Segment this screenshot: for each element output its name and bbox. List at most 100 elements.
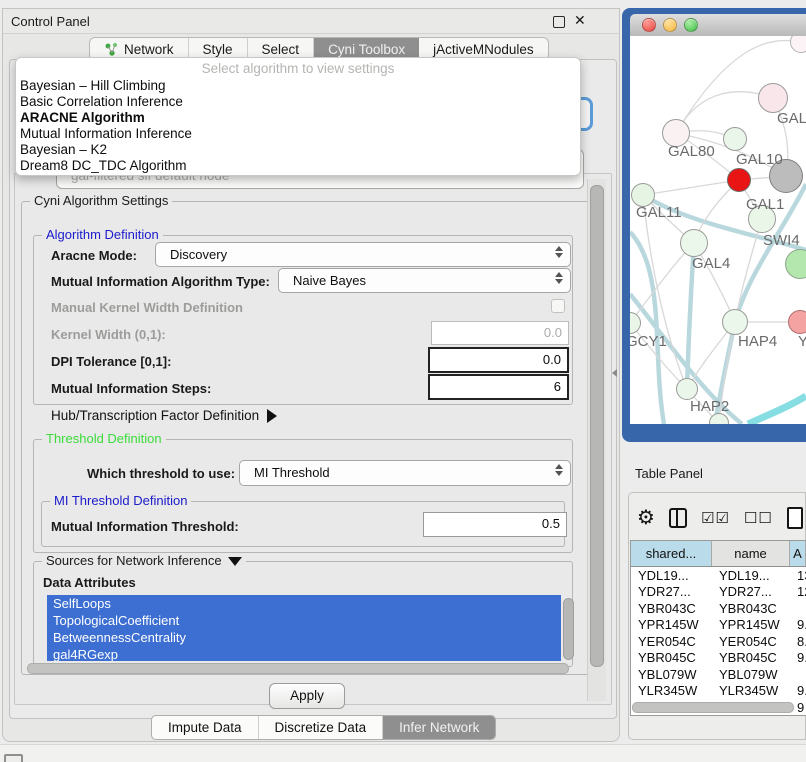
table-cell[interactable]: YDR27... xyxy=(631,584,712,599)
node-table: shared... name A YDL19...YDL19...13YDR27… xyxy=(630,540,806,716)
settings-vscrollbar[interactable] xyxy=(590,185,604,667)
table-row[interactable]: YER054CYER054C8. xyxy=(631,633,806,650)
minimized-panel-icon[interactable] xyxy=(4,754,23,762)
table-hscroll-track[interactable] xyxy=(632,702,800,712)
network-node[interactable] xyxy=(758,83,788,113)
mi-steps-field[interactable]: 6 xyxy=(428,374,569,400)
table-cell[interactable]: YDR27... xyxy=(712,584,790,599)
manual-kernel-checkbox[interactable] xyxy=(551,299,565,313)
network-node[interactable] xyxy=(680,229,708,257)
aracne-mode-combobox[interactable]: Discovery xyxy=(155,242,571,267)
network-node-label: GAL10 xyxy=(736,151,783,168)
algorithm-item-selected[interactable]: ARACNE Algorithm xyxy=(20,110,570,126)
minimize-traffic-light[interactable] xyxy=(663,18,677,32)
table-cell[interactable]: 8. xyxy=(790,634,806,649)
kernel-width-field[interactable]: 0.0 xyxy=(431,321,569,345)
network-canvas[interactable]: GALGAL80GAL10GAL1GAL11SWI4GAL4GCY1HAP4YH… xyxy=(630,36,806,424)
table-cell[interactable]: YER054C xyxy=(631,634,712,649)
which-threshold-value: MI Threshold xyxy=(254,465,330,480)
tab-discretize-data[interactable]: Discretize Data xyxy=(259,716,384,739)
attribute-item[interactable]: gal4RGexp xyxy=(47,646,561,661)
settings-hscrollbar[interactable] xyxy=(27,663,569,674)
table-cell[interactable]: YBR045C xyxy=(712,650,790,665)
table-cell[interactable]: YPR145W xyxy=(631,617,712,632)
bottom-panel-strip xyxy=(0,744,806,762)
deselect-all-columns-icon[interactable]: ☐☐ xyxy=(744,509,773,527)
table-cell[interactable]: YLR345W xyxy=(712,683,790,698)
table-cell[interactable]: YDL19... xyxy=(631,568,712,583)
table-cell[interactable]: YLR345W xyxy=(631,683,712,698)
which-threshold-combobox[interactable]: MI Threshold xyxy=(239,460,571,486)
table-row[interactable]: YDR27...YDR27...12 xyxy=(631,584,806,601)
float-panel-icon[interactable] xyxy=(553,16,565,28)
table-cell[interactable]: YPR145W xyxy=(712,617,790,632)
data-attributes-list[interactable]: SelfLoops TopologicalCoefficient Between… xyxy=(47,595,561,661)
column-header-third[interactable]: A xyxy=(790,541,806,566)
network-view-window[interactable]: GALGAL80GAL10GAL1GAL11SWI4GAL4GCY1HAP4YH… xyxy=(622,8,806,442)
network-node-label: SWI4 xyxy=(763,232,800,249)
table-cell[interactable]: 9. xyxy=(790,683,806,698)
attribute-item[interactable]: SelfLoops xyxy=(47,595,561,612)
network-node[interactable] xyxy=(727,168,751,192)
splitpane-collapse-icon[interactable] xyxy=(612,369,617,377)
algorithm-item[interactable]: Dream8 DC_TDC Algorithm xyxy=(20,158,570,174)
table-row[interactable]: YBL079WYBL079W xyxy=(631,666,806,683)
table-cell[interactable]: 13 xyxy=(790,568,806,583)
which-threshold-label: Which threshold to use: xyxy=(87,466,235,481)
attribute-item[interactable]: BetweennessCentrality xyxy=(47,629,561,646)
tab-infer-network[interactable]: Infer Network xyxy=(383,716,495,739)
network-icon xyxy=(104,42,118,56)
network-node[interactable] xyxy=(723,127,747,151)
table-hscrollbar[interactable] xyxy=(632,702,794,713)
table-cell[interactable]: YBR043C xyxy=(712,601,790,616)
table-cell[interactable]: YBL079W xyxy=(631,667,712,682)
close-panel-icon[interactable]: ✕ xyxy=(574,12,586,29)
dpi-tolerance-field[interactable]: 0.0 xyxy=(428,347,569,373)
table-cell[interactable]: YBR045C xyxy=(631,650,712,665)
network-node[interactable] xyxy=(676,378,698,400)
table-row[interactable]: YBR045CYBR045C9. xyxy=(631,650,806,667)
tab-impute-data[interactable]: Impute Data xyxy=(152,716,259,739)
close-traffic-light[interactable] xyxy=(642,18,656,32)
apply-button[interactable]: Apply xyxy=(269,683,345,709)
network-node-label: HAP4 xyxy=(738,333,777,350)
expand-right-icon[interactable] xyxy=(267,409,277,423)
attributes-scrollbar[interactable] xyxy=(563,598,574,660)
network-window-titlebar[interactable] xyxy=(630,14,806,37)
attribute-item[interactable]: TopologicalCoefficient xyxy=(47,612,561,629)
split-columns-icon[interactable] xyxy=(669,508,687,528)
sources-title-label: Sources for Network Inference xyxy=(46,553,222,568)
table-cell[interactable]: YER054C xyxy=(712,634,790,649)
table-cell[interactable]: 12 xyxy=(790,584,806,599)
algorithm-item[interactable]: Bayesian – Hill Climbing xyxy=(20,78,570,94)
table-row[interactable]: YLR345WYLR345W9. xyxy=(631,683,806,700)
zoom-traffic-light[interactable] xyxy=(684,18,698,32)
table-cell[interactable]: 9. xyxy=(790,617,806,632)
algorithm-item[interactable]: Mutual Information Inference xyxy=(20,126,570,142)
table-toolbar: ⚙ ☑☑ ☐☐ xyxy=(637,501,805,535)
algorithm-item[interactable]: Basic Correlation Inference xyxy=(20,94,570,110)
network-node[interactable] xyxy=(722,309,748,335)
tab-impute-data-label: Impute Data xyxy=(168,720,242,735)
collapse-down-icon[interactable] xyxy=(228,557,242,566)
algorithm-placeholder-item[interactable]: Select algorithm to view settings xyxy=(16,61,580,76)
gear-icon[interactable]: ⚙ xyxy=(637,508,655,528)
mi-threshold-field[interactable]: 0.5 xyxy=(423,512,567,537)
table-row[interactable]: YBR043CYBR043C xyxy=(631,600,806,617)
table-cell[interactable]: YBL079W xyxy=(712,667,790,682)
algorithm-item[interactable]: Bayesian – K2 xyxy=(20,142,570,158)
column-header-name[interactable]: name xyxy=(712,541,790,566)
table-row[interactable]: YDL19...YDL19...13 xyxy=(631,567,806,584)
table-cell[interactable]: 9. xyxy=(790,650,806,665)
table-cell[interactable]: YBR043C xyxy=(631,601,712,616)
table-cell[interactable]: YDL19... xyxy=(712,568,790,583)
control-panel: Control Panel ✕ Network Style Select Cyn… xyxy=(2,8,620,742)
hub-definition-expander[interactable]: Hub/Transcription Factor Definition xyxy=(51,408,277,423)
export-table-icon[interactable] xyxy=(787,507,803,529)
sources-title[interactable]: Sources for Network Inference xyxy=(42,553,246,568)
table-row[interactable]: YPR145WYPR145W9. xyxy=(631,617,806,634)
network-node[interactable] xyxy=(788,310,806,334)
select-all-columns-icon[interactable]: ☑☑ xyxy=(701,509,730,527)
mi-type-combobox[interactable]: Naive Bayes xyxy=(278,268,571,293)
column-header-shared-name[interactable]: shared... xyxy=(631,541,712,566)
